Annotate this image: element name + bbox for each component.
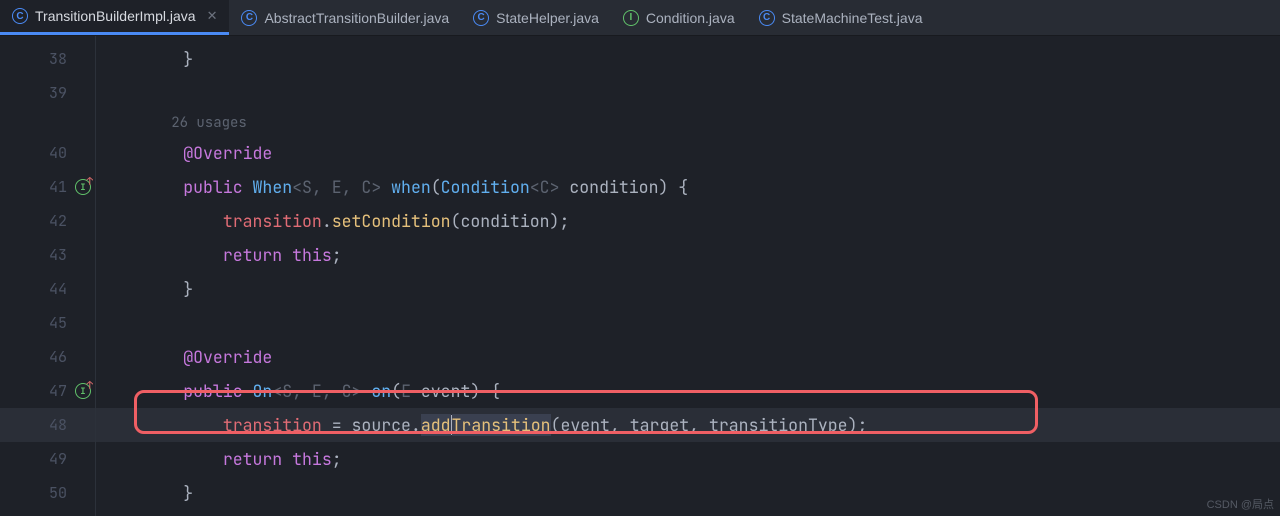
line-number: 47 bbox=[49, 381, 67, 401]
gutter: 38 39 40 41 I 42 43 44 45 46 47 I 48 49 50 bbox=[0, 36, 96, 516]
tab-label: StateHelper.java bbox=[496, 10, 599, 26]
code-line: public On<S, E, C> on(E event) { bbox=[96, 374, 1280, 408]
line-number: 44 bbox=[49, 279, 67, 299]
code-line: } bbox=[96, 476, 1280, 510]
line-number: 43 bbox=[49, 245, 67, 265]
watermark: CSDN @局点 bbox=[1207, 496, 1274, 512]
code-editor[interactable]: 38 39 40 41 I 42 43 44 45 46 47 I 48 49 50… bbox=[0, 36, 1280, 516]
code-line bbox=[96, 76, 1280, 110]
line-number: 46 bbox=[49, 347, 67, 367]
editor-tabs: C TransitionBuilderImpl.java ✕ C Abstrac… bbox=[0, 0, 1280, 36]
close-icon[interactable]: ✕ bbox=[207, 8, 218, 24]
code-area[interactable]: } 26 usages @Override public When<S, E, … bbox=[96, 36, 1280, 516]
tab-condition[interactable]: I Condition.java bbox=[611, 0, 747, 35]
tab-label: StateMachineTest.java bbox=[782, 10, 923, 26]
code-line: transition.setCondition(condition); bbox=[96, 204, 1280, 238]
line-number: 39 bbox=[49, 83, 67, 103]
code-line bbox=[96, 306, 1280, 340]
tab-statehelper[interactable]: C StateHelper.java bbox=[461, 0, 611, 35]
code-line: return this; bbox=[96, 442, 1280, 476]
tab-statemachinetest[interactable]: C StateMachineTest.java bbox=[747, 0, 935, 35]
line-number: 41 bbox=[49, 177, 67, 197]
class-icon: C bbox=[12, 8, 28, 24]
interface-icon: I bbox=[623, 10, 639, 26]
line-number: 50 bbox=[49, 483, 67, 503]
class-icon: C bbox=[759, 10, 775, 26]
code-line: } bbox=[96, 272, 1280, 306]
override-icon[interactable]: I bbox=[75, 179, 91, 195]
class-icon: C bbox=[241, 10, 257, 26]
tab-label: AbstractTransitionBuilder.java bbox=[264, 10, 449, 26]
tab-label: TransitionBuilderImpl.java bbox=[35, 8, 196, 24]
tab-abstracttransitionbuilder[interactable]: C AbstractTransitionBuilder.java bbox=[229, 0, 461, 35]
code-line: } bbox=[96, 42, 1280, 76]
line-number: 38 bbox=[49, 49, 67, 69]
code-line: 26 usages bbox=[96, 110, 1280, 136]
code-line: @Override bbox=[96, 340, 1280, 374]
line-number: 42 bbox=[49, 211, 67, 231]
line-number: 45 bbox=[49, 313, 67, 333]
line-number: 48 bbox=[49, 415, 67, 435]
line-number: 49 bbox=[49, 449, 67, 469]
code-line: return this; bbox=[96, 238, 1280, 272]
code-line: @Override bbox=[96, 136, 1280, 170]
code-line: transition = source.addTransition(event,… bbox=[96, 408, 1280, 442]
tab-label: Condition.java bbox=[646, 10, 735, 26]
line-number: 40 bbox=[49, 143, 67, 163]
class-icon: C bbox=[473, 10, 489, 26]
override-icon[interactable]: I bbox=[75, 383, 91, 399]
code-line: public When<S, E, C> when(Condition<C> c… bbox=[96, 170, 1280, 204]
tab-transitionbuilderimpl[interactable]: C TransitionBuilderImpl.java ✕ bbox=[0, 0, 229, 35]
